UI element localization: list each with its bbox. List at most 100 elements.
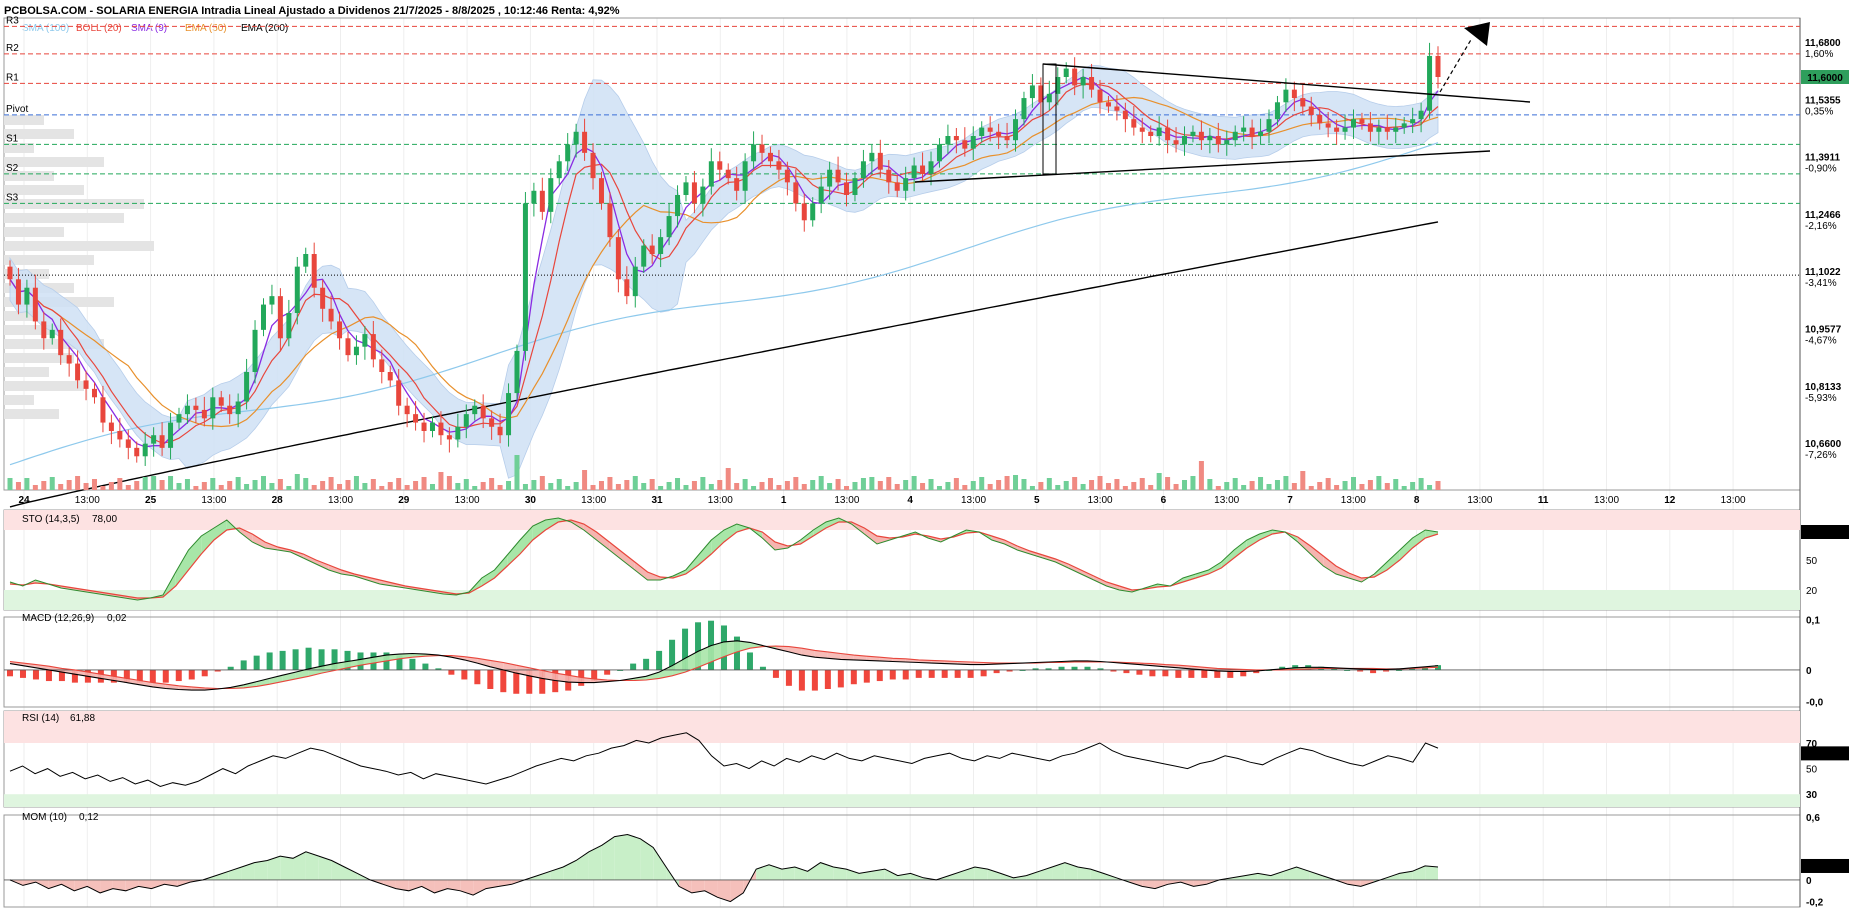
volume-bar xyxy=(1258,477,1264,490)
candle-body xyxy=(108,422,114,431)
volume-bar xyxy=(1410,482,1416,490)
volume-bar xyxy=(1004,476,1010,490)
candle-body xyxy=(362,334,368,347)
sto-last-text: 78,007 xyxy=(1810,528,1841,539)
macd-histogram-bar xyxy=(175,669,182,682)
volume-bar xyxy=(1325,478,1331,490)
volume-bar xyxy=(767,478,773,490)
volume-bar xyxy=(725,468,731,490)
volume-bar xyxy=(337,484,343,490)
x-tick-label: 13:00 xyxy=(201,495,226,506)
volume-bar xyxy=(480,482,486,490)
macd-label: MACD (12,26,9) xyxy=(22,613,94,624)
volume-bar xyxy=(227,481,233,490)
candle-body xyxy=(784,169,790,183)
x-tick-label: 5 xyxy=(1034,495,1040,506)
candle-body xyxy=(1283,89,1289,103)
candle-body xyxy=(1410,119,1416,124)
candle-body xyxy=(1080,77,1086,86)
rsi-tick-label: 50 xyxy=(1806,765,1818,776)
volume-bar xyxy=(877,481,883,490)
volume-bar xyxy=(142,477,148,490)
candle-body xyxy=(767,152,773,162)
volume-bar xyxy=(1224,482,1230,490)
macd-histogram-bar xyxy=(630,663,637,670)
macd-histogram-bar xyxy=(824,669,831,689)
price-tick-label: 10,9577 xyxy=(1805,325,1842,336)
macd-histogram-bar xyxy=(967,669,974,678)
candle-body xyxy=(277,296,283,339)
volume-bar xyxy=(936,486,942,490)
chart-title: PCBOLSA.COM - SOLARIA ENERGIA Intradia L… xyxy=(4,5,620,17)
macd-tick-label: 0 xyxy=(1806,666,1812,677)
candle-body xyxy=(1215,136,1221,145)
macd-histogram-bar xyxy=(889,669,896,680)
rsi-value: 61,88 xyxy=(70,713,95,724)
price-tick-label: 10,8133 xyxy=(1805,382,1842,393)
oversold-zone xyxy=(4,590,1800,610)
volume-bar xyxy=(531,480,537,490)
volume-bar xyxy=(869,477,875,490)
candle-body xyxy=(497,426,503,436)
rsi-tick-label: 30 xyxy=(1806,790,1818,801)
macd-histogram-bar xyxy=(837,669,844,688)
x-tick-label: 12 xyxy=(1664,495,1676,506)
candle-body xyxy=(1156,127,1162,136)
candle-body xyxy=(903,178,909,191)
volume-bar xyxy=(1105,483,1111,490)
candle-body xyxy=(151,435,157,444)
mom-fill xyxy=(254,860,268,880)
candle-body xyxy=(632,266,638,297)
candle-body xyxy=(1291,89,1297,99)
volume-bar xyxy=(58,484,64,490)
mom-fill xyxy=(305,851,319,880)
candle-body xyxy=(717,161,723,170)
macd-histogram-bar xyxy=(266,652,273,670)
volume-bar xyxy=(852,482,858,490)
volume-bar xyxy=(455,483,461,490)
volume-bar xyxy=(615,484,621,490)
candle-body xyxy=(455,426,461,440)
volume-bar xyxy=(1207,479,1213,490)
candle-body xyxy=(700,186,706,204)
candle-body xyxy=(1190,131,1196,136)
volume-bar xyxy=(641,483,647,490)
mom-fill xyxy=(280,856,294,880)
candle-body xyxy=(1359,119,1365,124)
candle-body xyxy=(1046,93,1052,103)
volume-bar xyxy=(506,481,512,490)
volume-bar xyxy=(311,485,317,490)
candle-body xyxy=(920,165,926,174)
candle-body xyxy=(835,169,841,183)
volume-bar xyxy=(920,483,926,490)
volume-bar xyxy=(463,479,469,490)
macd-histogram-bar xyxy=(279,650,286,670)
volume-bar xyxy=(598,481,604,490)
volume-bar xyxy=(793,477,799,490)
macd-histogram-bar xyxy=(604,669,611,675)
last-price-text: 11,6000 xyxy=(1807,73,1843,84)
volume-bar xyxy=(294,474,300,490)
candle-body xyxy=(945,136,951,145)
macd-histogram-bar xyxy=(45,669,52,682)
candle-body xyxy=(776,161,782,170)
volume-bar xyxy=(1072,477,1078,490)
macd-histogram-bar xyxy=(1370,669,1377,674)
candle-body xyxy=(480,405,486,419)
volume-bar xyxy=(32,485,38,490)
candle-body xyxy=(91,388,97,398)
candle-body xyxy=(24,287,30,305)
x-tick-label: 25 xyxy=(145,495,157,506)
candle-body xyxy=(827,169,833,187)
candle-body xyxy=(886,169,892,183)
macd-histogram-bar xyxy=(1175,669,1182,678)
price-tick-pct: -2,16% xyxy=(1805,221,1837,232)
volume-bar xyxy=(184,479,190,490)
candle-body xyxy=(556,161,562,179)
volume-bar xyxy=(1300,471,1306,490)
volume-bar xyxy=(784,481,790,490)
volume-bar xyxy=(125,485,131,490)
candle-body xyxy=(1122,110,1128,120)
volume-bar xyxy=(1418,478,1424,490)
macd-histogram-bar xyxy=(915,669,922,678)
